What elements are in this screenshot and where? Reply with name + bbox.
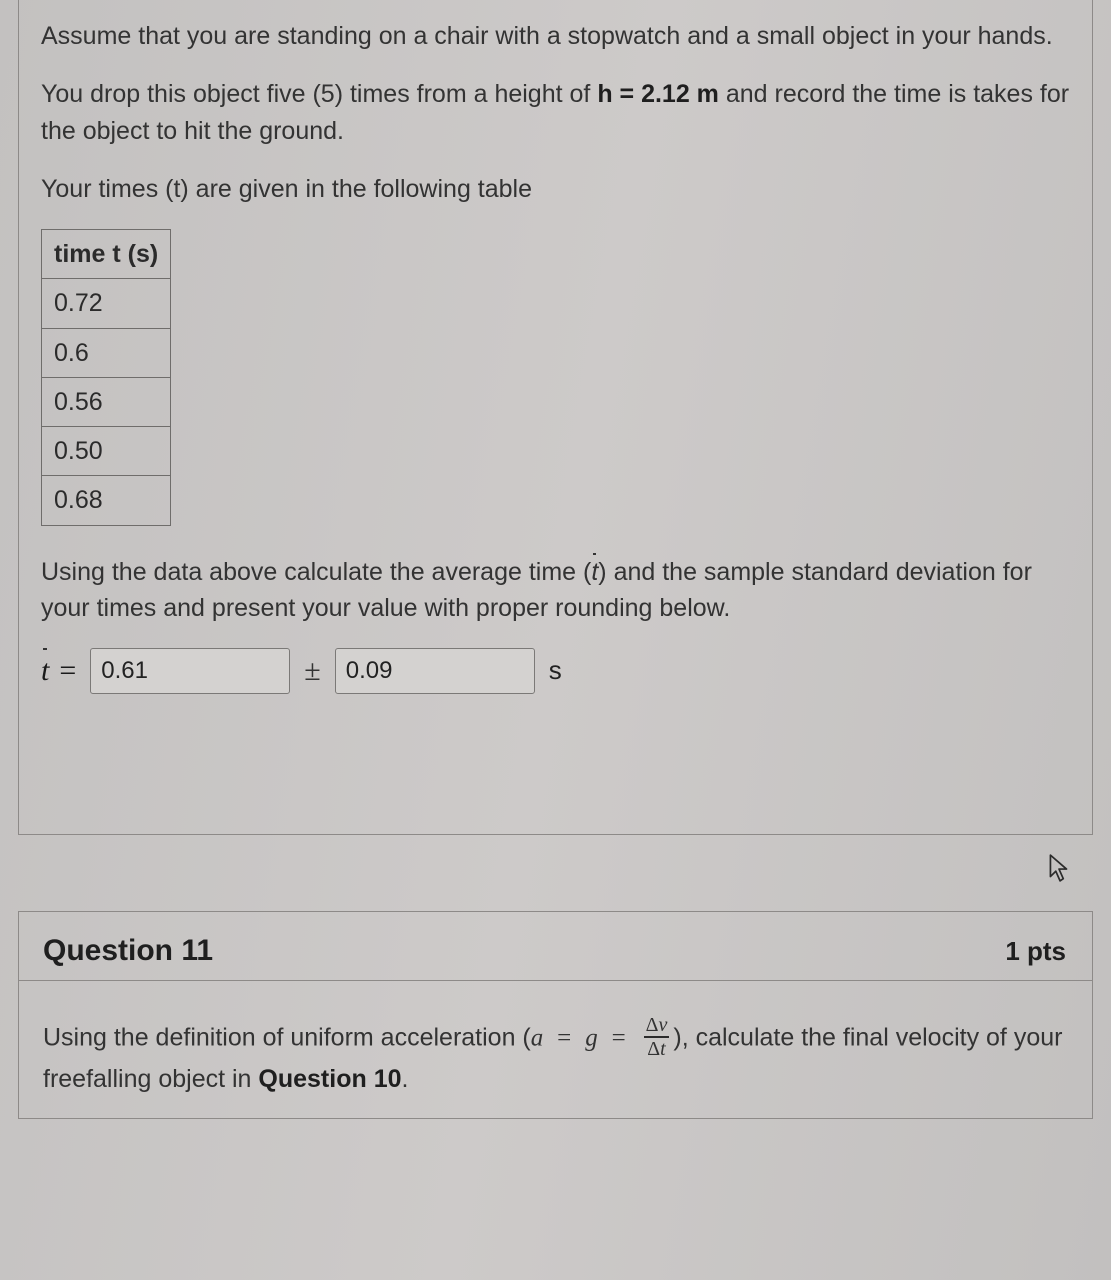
q11-points: 1 pts (1005, 936, 1066, 967)
time-row-0: 0.72 (42, 279, 171, 328)
q11-g-sym: g (585, 1024, 598, 1051)
q11-title: Question 11 (43, 934, 213, 968)
q11-a-sym: a (531, 1024, 544, 1051)
time-row-2: 0.56 (42, 377, 171, 426)
q11-fraction: Δv Δt (644, 1015, 670, 1059)
q11-header: Question 11 1 pts (19, 912, 1092, 981)
mean-time-input[interactable] (90, 648, 290, 694)
cursor-icon (1047, 853, 1071, 883)
t-bar-answer-symbol: t (41, 649, 49, 693)
time-table-header: time t (s) (42, 230, 171, 279)
q11-frac-den: Δt (645, 1039, 667, 1059)
q10-intro-1: Assume that you are standing on a chair … (41, 18, 1070, 54)
q11-q10-ref: Question 10 (258, 1065, 401, 1093)
plus-minus-symbol: ± (304, 649, 320, 693)
stddev-input[interactable] (335, 648, 535, 694)
q10-height-value: h = 2.12 m (597, 80, 719, 108)
q11-body: Using the definition of uniform accelera… (19, 981, 1092, 1118)
q10-instruction-a: Using the data above calculate the avera… (41, 558, 591, 586)
time-row-1: 0.6 (42, 328, 171, 377)
unit-seconds: s (549, 652, 562, 690)
q11-period: . (402, 1065, 409, 1093)
t-bar-symbol: t (591, 554, 598, 590)
time-row-3: 0.50 (42, 427, 171, 476)
question-card-10: Assume that you are standing on a chair … (18, 0, 1093, 835)
q11-eq2: = (612, 1024, 626, 1051)
q10-intro-2a: You drop this object five (5) times from… (41, 80, 597, 108)
q11-text-a: Using the definition of uniform accelera… (43, 1023, 531, 1051)
q10-intro-3: Your times (t) are given in the followin… (41, 171, 1070, 207)
answer-row: t = ± s (41, 648, 1070, 694)
time-row-4: 0.68 (42, 476, 171, 525)
q10-intro-2: You drop this object five (5) times from… (41, 76, 1070, 149)
q11-eq1: = (557, 1024, 571, 1051)
card-gap (0, 835, 1111, 911)
time-table: time t (s) 0.72 0.6 0.56 0.50 0.68 (41, 229, 171, 526)
question-card-11: Question 11 1 pts Using the definition o… (18, 911, 1093, 1119)
equals-sign: = (59, 649, 76, 693)
q10-instruction: Using the data above calculate the avera… (41, 554, 1070, 627)
q11-frac-num: Δv (644, 1015, 670, 1035)
t-bar-equals: t = (41, 649, 76, 693)
